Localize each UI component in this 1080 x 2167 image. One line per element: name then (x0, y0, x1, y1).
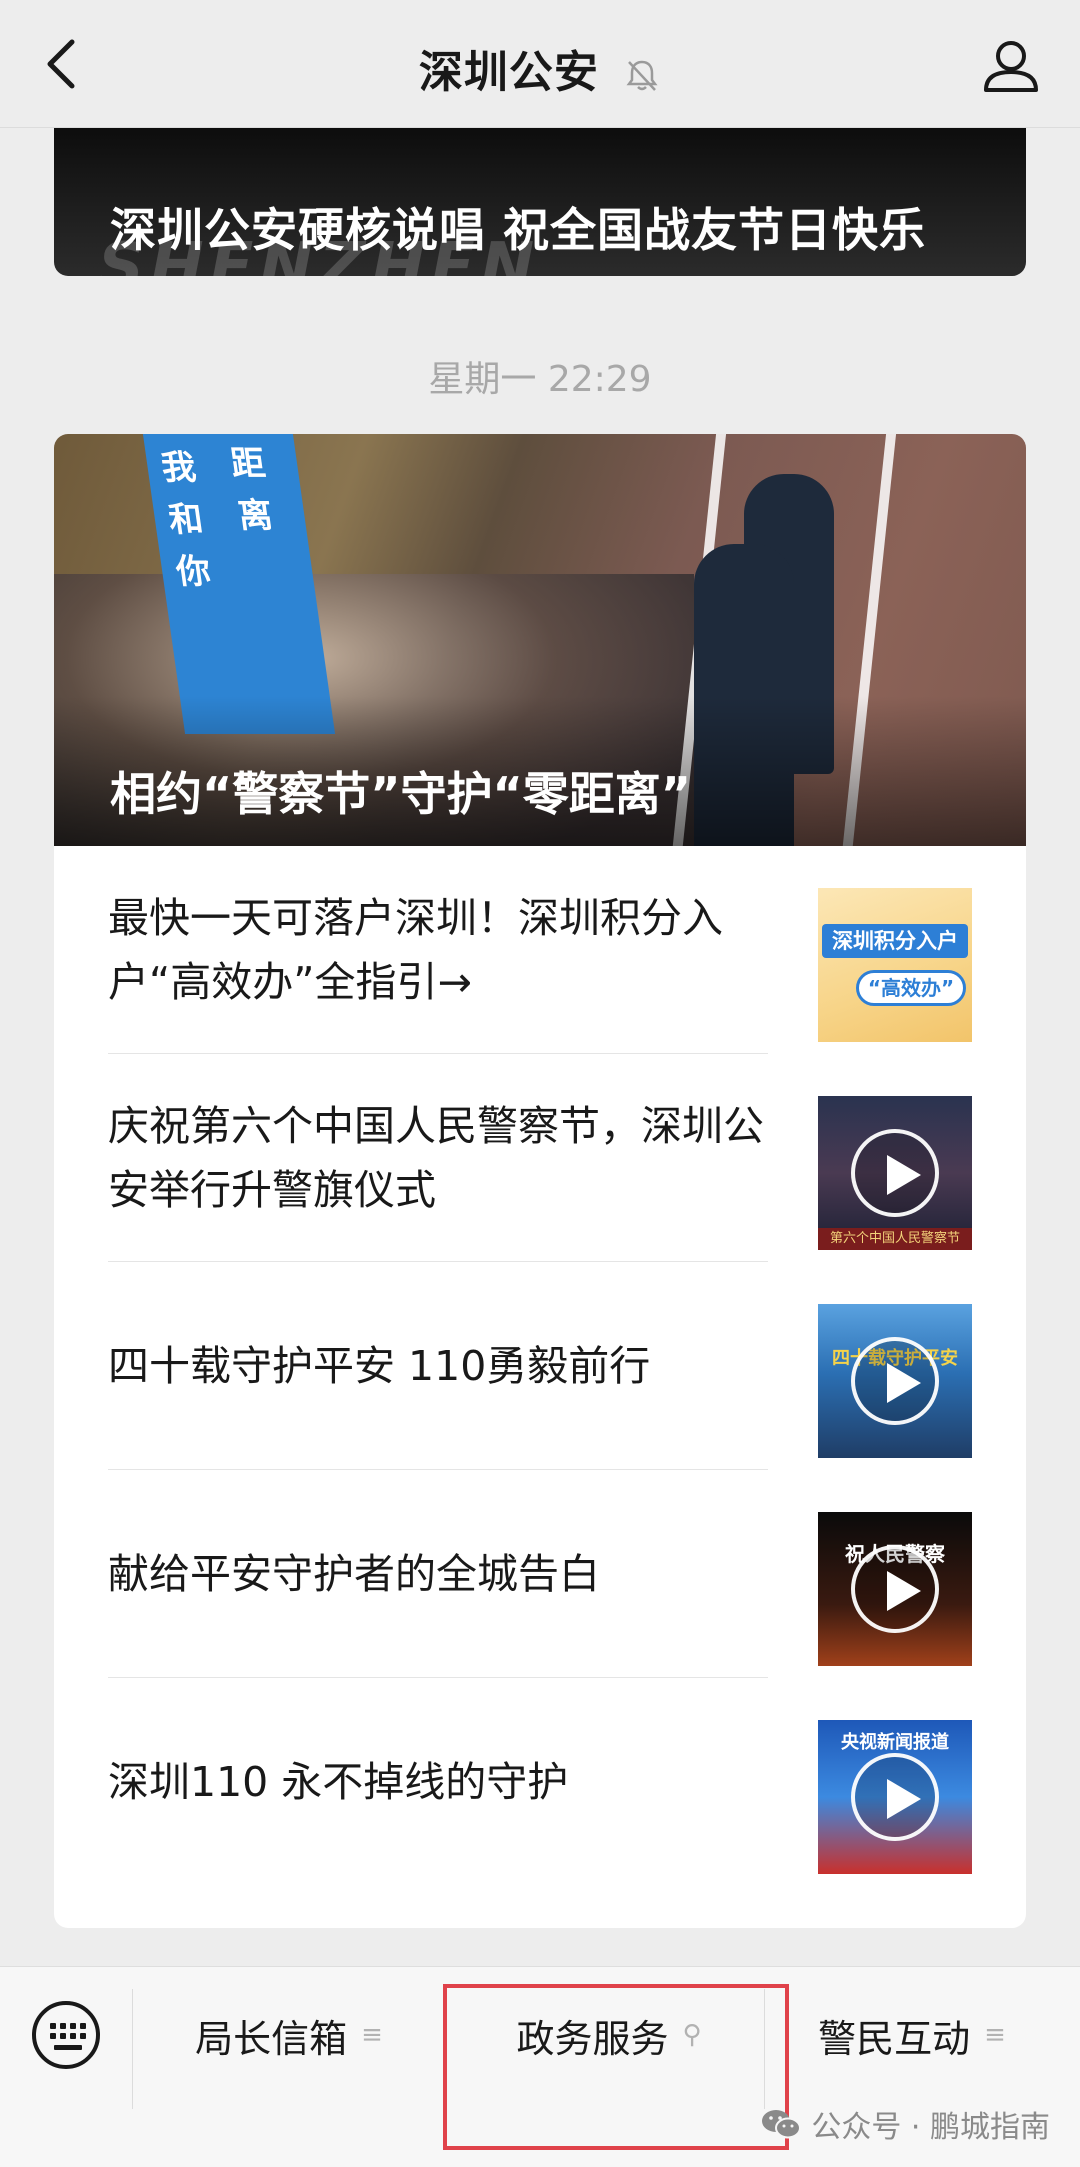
highlight-box (443, 1984, 789, 2150)
article-title-text: 最快一天可落户深圳！深圳积分入户“高效办”全指引→ (108, 894, 723, 1006)
profile-icon[interactable] (982, 36, 1040, 94)
article-title: 庆祝第六个中国人民警察节，深圳公安举行升警旗仪式 (108, 1054, 768, 1262)
article-thumbnail: 四十载守护平安 (818, 1304, 972, 1458)
banner-char: 和 (166, 500, 206, 540)
article-title-text: 四十载守护平安 110勇毅前行 (108, 1342, 651, 1390)
list-item[interactable]: 最快一天可落户深圳！深圳积分入户“高效办”全指引→ 深圳积分入户 “高效办” (108, 846, 972, 1054)
watermark-text: 公众号 · 鹏城指南 (811, 2110, 1050, 2145)
nav-header: 深圳公安 (0, 0, 1080, 128)
article-group-card: 我 距 和 离 你 相约“警察节”守护“零距离” 最快一天可落户深圳！深圳积分入… (54, 434, 1026, 1928)
message-timestamp: 星期一 22:29 (428, 359, 652, 400)
play-icon (851, 1545, 939, 1633)
banner-char: 我 (158, 448, 199, 488)
hero-article[interactable]: 我 距 和 离 你 相约“警察节”守护“零距离” (54, 434, 1026, 846)
previous-article-title: 深圳公安硬核说唱 祝全国战友节日快乐 (110, 203, 927, 257)
article-title: 最快一天可落户深圳！深圳积分入户“高效办”全指引→ (108, 846, 768, 1054)
article-thumbnail: 央视新闻报道 (818, 1720, 972, 1874)
menu-item-director-mailbox[interactable]: 局长信箱 ≡ (140, 1997, 438, 2073)
submenu-icon: ≡ (361, 2020, 383, 2050)
divider (132, 1989, 133, 2109)
menu-item-label: 警民互动 (818, 2016, 971, 2061)
watermark: 公众号 · 鹏城指南 (761, 2102, 1050, 2146)
hero-article-title: 相约“警察节”守护“零距离” (110, 767, 691, 821)
list-item[interactable]: 深圳110 永不掉线的守护 央视新闻报道 (108, 1678, 972, 1886)
article-thumbnail: 祝人民警察 (818, 1512, 972, 1666)
thumb-label: 第六个中国人民警察节 (818, 1228, 972, 1250)
account-title-bar: 深圳公安 (0, 36, 1080, 100)
article-thumbnail: 深圳积分入户 “高效办” (818, 888, 972, 1042)
article-title-text: 庆祝第六个中国人民警察节，深圳公安举行升警旗仪式 (108, 1102, 764, 1214)
banner-char: 离 (235, 496, 276, 536)
keyboard-icon[interactable] (32, 2001, 100, 2069)
list-item[interactable]: 献给平安守护者的全城告白 祝人民警察 (108, 1470, 972, 1678)
account-name: 深圳公安 (418, 47, 599, 98)
article-title: 四十载守护平安 110勇毅前行 (108, 1262, 768, 1470)
list-item[interactable]: 庆祝第六个中国人民警察节，深圳公安举行升警旗仪式 第六个中国人民警察节 (108, 1054, 972, 1262)
previous-article-card[interactable]: SHENZHEN 深圳公安硬核说唱 祝全国战友节日快乐 (54, 128, 1026, 276)
article-title: 深圳110 永不掉线的守护 (108, 1678, 768, 1886)
banner-char: 距 (228, 444, 268, 484)
article-title-text: 深圳110 永不掉线的守护 (108, 1758, 569, 1806)
menu-item-police-interaction[interactable]: 警民互动 ≡ (772, 1997, 1052, 2073)
play-icon (851, 1337, 939, 1425)
list-item[interactable]: 四十载守护平安 110勇毅前行 四十载守护平安 (108, 1262, 972, 1470)
thumb-label: 央视新闻报道 (841, 1732, 949, 1753)
wechat-icon (762, 2110, 802, 2139)
play-icon (851, 1753, 939, 1841)
thumb-label: 深圳积分入户 (822, 924, 968, 958)
play-icon (851, 1129, 939, 1217)
thumb-label: “高效办” (856, 970, 966, 1006)
article-title-text: 献给平安守护者的全城告白 (108, 1550, 600, 1598)
article-title: 献给平安守护者的全城告白 (108, 1470, 768, 1678)
menu-item-label: 局长信箱 (195, 2016, 348, 2061)
article-thumbnail: 第六个中国人民警察节 (818, 1096, 972, 1250)
submenu-icon: ≡ (984, 2020, 1006, 2050)
muted-bell-icon (626, 60, 658, 91)
banner-char: 你 (173, 552, 214, 592)
